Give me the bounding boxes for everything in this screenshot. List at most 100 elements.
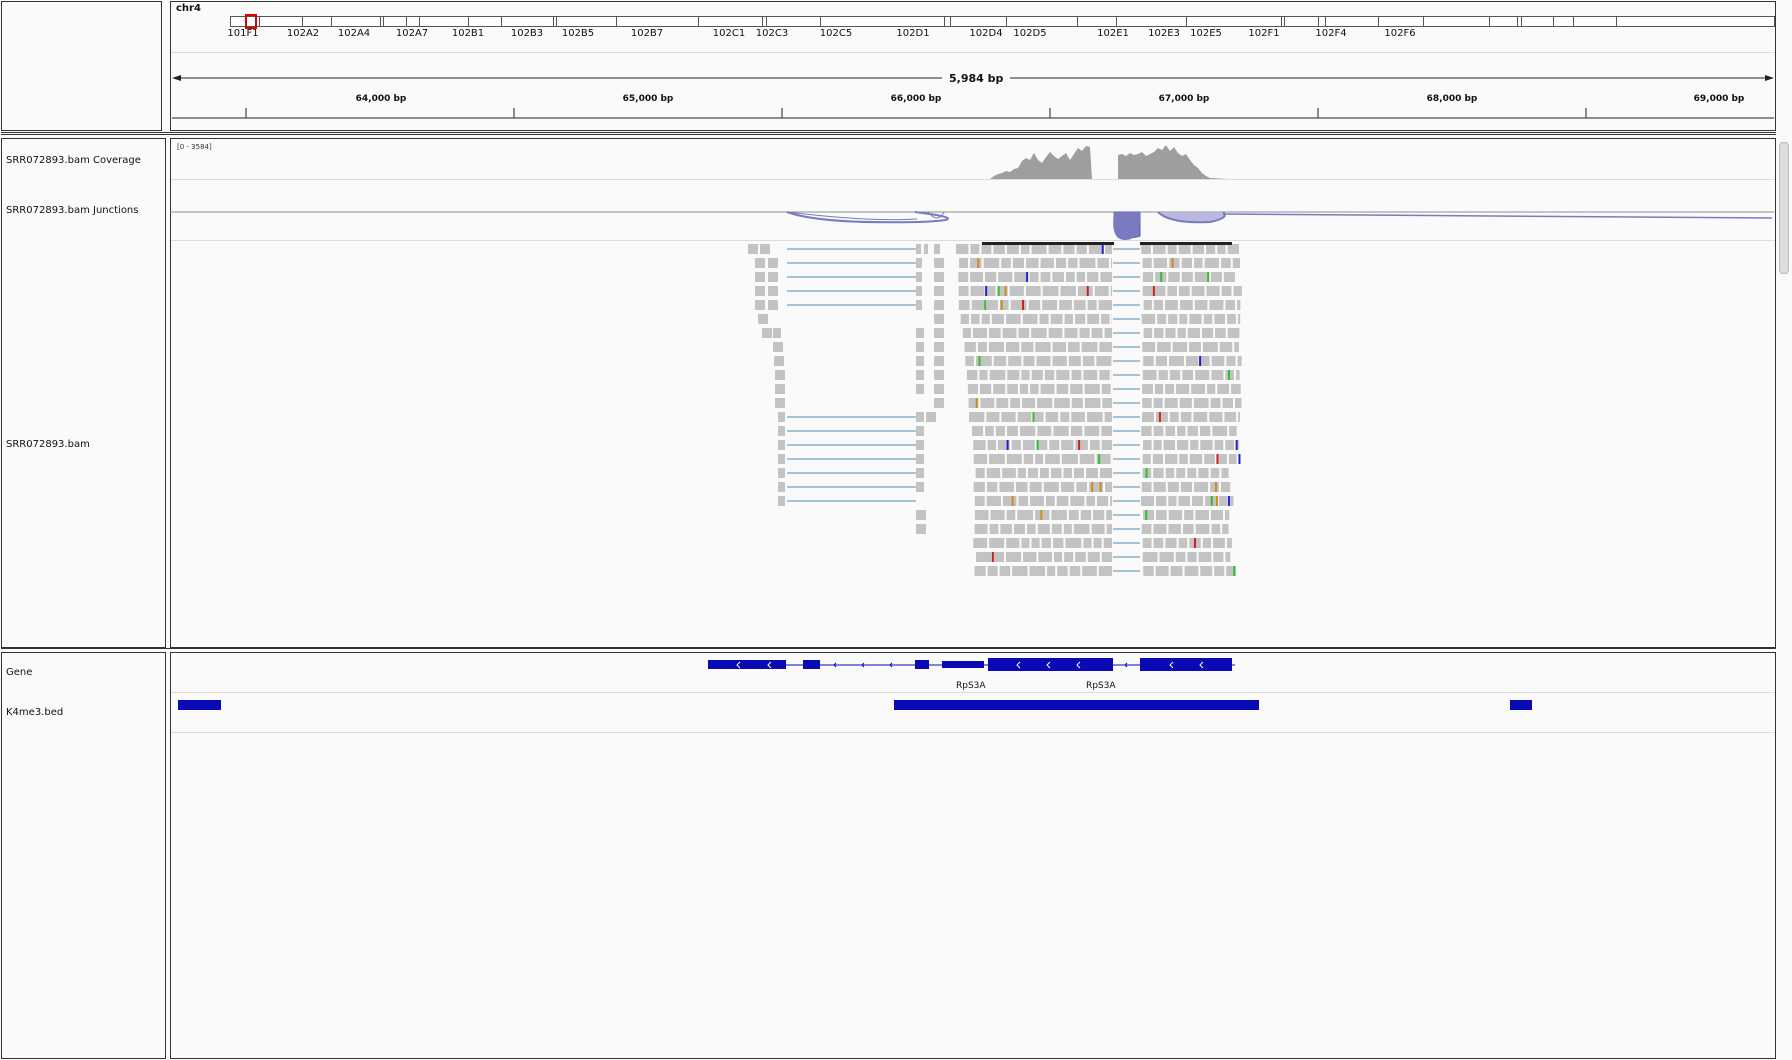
read xyxy=(1159,552,1174,562)
read xyxy=(988,342,1005,352)
bed-track[interactable] xyxy=(170,696,1776,720)
read xyxy=(1198,552,1212,562)
read xyxy=(1075,552,1086,562)
read xyxy=(1080,510,1092,520)
read xyxy=(1194,300,1208,310)
read xyxy=(982,242,1114,245)
read xyxy=(1234,342,1240,352)
ruler-tick-label: 68,000 bp xyxy=(1426,94,1478,104)
read xyxy=(1068,342,1080,352)
ruler-axis[interactable] xyxy=(172,104,1776,128)
bed-track-name[interactable]: K4me3.bed xyxy=(6,707,63,718)
read xyxy=(1165,384,1175,394)
read xyxy=(1209,412,1223,422)
read xyxy=(1238,454,1241,464)
coverage-plot[interactable] xyxy=(980,138,1250,180)
read xyxy=(1194,272,1209,282)
read xyxy=(972,328,987,338)
read xyxy=(1193,398,1209,408)
divider[interactable] xyxy=(1,132,1776,135)
alignment-track-name[interactable]: SRR072893.bam xyxy=(6,439,90,450)
read xyxy=(1210,482,1219,492)
ideogram-current-region[interactable] xyxy=(245,14,257,29)
read xyxy=(1032,412,1035,422)
read xyxy=(986,412,1000,422)
read xyxy=(1037,426,1052,436)
read xyxy=(1155,412,1168,422)
coverage-track-name[interactable]: SRR072893.bam Coverage xyxy=(6,155,141,166)
read xyxy=(1057,566,1068,576)
read xyxy=(1004,286,1007,296)
read xyxy=(1068,258,1078,268)
read xyxy=(1210,272,1222,282)
read xyxy=(1232,258,1241,268)
alignment-scrollbar[interactable] xyxy=(1779,142,1789,274)
read xyxy=(1031,370,1043,380)
read xyxy=(1169,370,1181,380)
read xyxy=(1170,566,1183,576)
read xyxy=(1064,314,1074,324)
read xyxy=(1056,384,1069,394)
read xyxy=(1033,412,1044,422)
junctions-plot[interactable] xyxy=(170,210,1776,242)
read xyxy=(1102,398,1112,408)
read xyxy=(1192,244,1205,254)
read xyxy=(1142,412,1154,422)
read xyxy=(1017,510,1034,520)
read xyxy=(969,412,985,422)
gene-track-name[interactable]: Gene xyxy=(6,667,32,678)
read xyxy=(1091,328,1103,338)
read xyxy=(1006,314,1021,324)
read xyxy=(1010,398,1021,408)
read xyxy=(1184,510,1194,520)
read xyxy=(1026,258,1039,268)
read xyxy=(1084,398,1101,408)
read xyxy=(1008,356,1022,366)
read xyxy=(986,300,998,310)
read xyxy=(1093,510,1105,520)
read xyxy=(1158,412,1161,422)
read xyxy=(993,384,1006,394)
read xyxy=(1189,342,1201,352)
read xyxy=(1225,300,1236,310)
chromosome-name[interactable]: chr4 xyxy=(176,3,201,14)
read xyxy=(1089,440,1100,450)
read xyxy=(984,272,997,282)
read xyxy=(1094,286,1109,296)
read xyxy=(990,510,1005,520)
alignments-plot[interactable] xyxy=(170,242,1776,646)
read xyxy=(974,496,985,506)
chromosome-ideogram[interactable] xyxy=(230,16,1775,27)
read xyxy=(1168,524,1181,534)
read xyxy=(1155,510,1167,520)
junctions-track-name[interactable]: SRR072893.bam Junctions xyxy=(6,205,138,216)
read xyxy=(1096,356,1112,366)
read xyxy=(1064,328,1078,338)
read xyxy=(999,482,1014,492)
read xyxy=(1009,286,1024,296)
read xyxy=(1052,356,1067,366)
read xyxy=(1011,496,1014,506)
cytoband-label: 102F6 xyxy=(1384,28,1416,39)
read xyxy=(1021,538,1030,548)
read xyxy=(1212,538,1225,548)
read xyxy=(1227,328,1240,338)
read xyxy=(1098,454,1101,464)
read xyxy=(1228,454,1237,464)
read xyxy=(1060,482,1075,492)
read xyxy=(1053,538,1064,548)
read xyxy=(1200,566,1213,576)
read xyxy=(1200,440,1213,450)
read xyxy=(1157,342,1171,352)
read xyxy=(970,314,980,324)
cytoband-label: 102C5 xyxy=(819,28,853,39)
read xyxy=(1098,566,1112,576)
read xyxy=(1022,398,1036,408)
read xyxy=(1087,552,1100,562)
read xyxy=(1141,482,1152,492)
read xyxy=(989,524,999,534)
read xyxy=(1045,454,1060,464)
read xyxy=(1052,272,1064,282)
read xyxy=(1029,482,1042,492)
read xyxy=(1073,524,1090,534)
